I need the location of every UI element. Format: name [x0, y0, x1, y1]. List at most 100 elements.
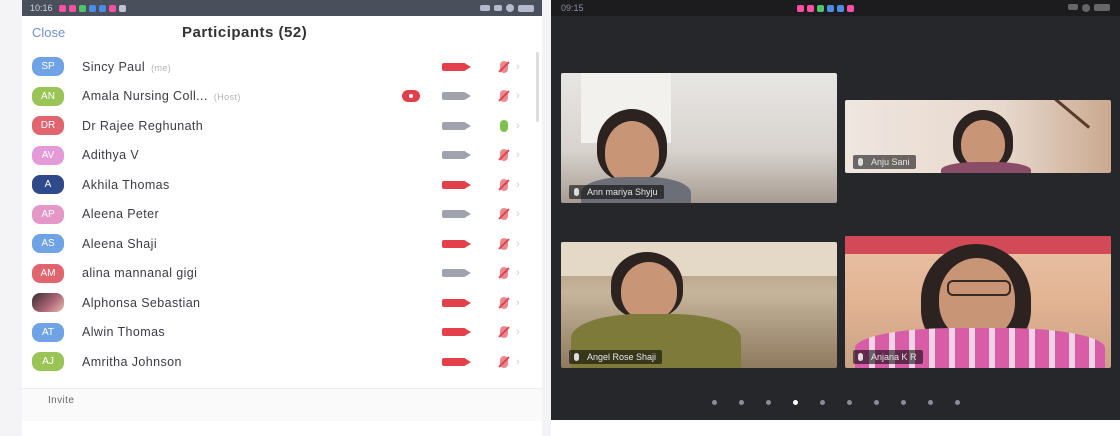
- participant-row[interactable]: AP Aleena Peter ›: [22, 200, 542, 229]
- page-indicator[interactable]: [551, 400, 1120, 405]
- participant-row[interactable]: AT Alwin Thomas ›: [22, 318, 542, 347]
- page-dot[interactable]: [846, 400, 852, 405]
- microphone-icon[interactable]: [500, 296, 508, 309]
- status-bar: 10:16: [22, 0, 542, 16]
- participant-name: Dr Rajee Reghunath: [82, 118, 204, 133]
- page-dot[interactable]: [873, 400, 879, 405]
- avatar: SP: [32, 57, 64, 76]
- avatar: AS: [32, 234, 64, 253]
- page-dot[interactable]: [819, 400, 825, 405]
- microphone-icon: [574, 353, 579, 361]
- avatar: A: [32, 175, 64, 194]
- video-camera-icon[interactable]: [442, 298, 471, 307]
- page-dot[interactable]: [954, 400, 960, 405]
- participant-name: Adithya V: [82, 148, 140, 162]
- chevron-right-icon: ›: [516, 296, 520, 309]
- participant-row[interactable]: A Akhila Thomas ›: [22, 170, 542, 199]
- chevron-right-icon: ›: [516, 267, 520, 279]
- participant-name: Amala Nursing Coll... (Host): [82, 89, 241, 103]
- participant-row[interactable]: AS Aleena Shaji ›: [22, 229, 542, 258]
- video-camera-icon[interactable]: [442, 151, 471, 159]
- avatar: AN: [32, 86, 64, 106]
- avatar: DR: [32, 116, 64, 135]
- system-nav-bar: [551, 420, 1120, 436]
- participant-role-tag: (me): [151, 62, 172, 73]
- participant-row[interactable]: AJ Amritha Johnson ›: [22, 347, 542, 376]
- microphone-icon[interactable]: [500, 60, 508, 73]
- participant-role-tag: (Host): [213, 92, 241, 102]
- participant-name: Amritha Johnson: [82, 354, 182, 369]
- video-camera-icon[interactable]: [442, 269, 471, 277]
- tile-name-label: Anju Sani: [853, 155, 916, 169]
- video-camera-icon[interactable]: [442, 210, 471, 218]
- participant-row[interactable]: AN Amala Nursing Coll... (Host) ›: [22, 82, 542, 111]
- chevron-right-icon: ›: [516, 237, 520, 250]
- chevron-right-icon: ›: [516, 326, 520, 338]
- system-icons: [1068, 4, 1110, 12]
- participant-name: alina mannanal gigi: [82, 266, 198, 280]
- microphone-icon[interactable]: [500, 149, 508, 161]
- chevron-right-icon: ›: [516, 90, 520, 102]
- microphone-icon[interactable]: [500, 208, 508, 220]
- participant-row[interactable]: SP Sincy Paul (me) ›: [22, 52, 542, 81]
- avatar: AM: [32, 263, 64, 283]
- video-tile[interactable]: Anju Sani: [845, 100, 1111, 173]
- participant-name: Alwin Thomas: [82, 325, 166, 339]
- microphone-icon[interactable]: [500, 267, 508, 279]
- microphone-icon: [858, 158, 863, 166]
- tile-name-label: Angel Rose Shaji: [569, 350, 663, 364]
- tile-name-label: Anjana K R: [853, 350, 923, 364]
- close-button[interactable]: Close: [32, 25, 65, 40]
- status-time: 10:16: [30, 3, 53, 13]
- page-dot[interactable]: [738, 400, 744, 405]
- video-camera-icon[interactable]: [442, 357, 471, 366]
- status-bar: 09:15: [551, 0, 1120, 16]
- video-camera-icon[interactable]: [442, 92, 471, 100]
- participant-row[interactable]: AV Adithya V ›: [22, 141, 542, 170]
- microphone-icon[interactable]: [500, 90, 508, 102]
- microphone-icon[interactable]: [500, 178, 508, 191]
- participant-row[interactable]: DR Dr Rajee Reghunath ›: [22, 111, 542, 140]
- avatar: AP: [32, 204, 64, 224]
- avatar: AJ: [32, 352, 64, 371]
- microphone-icon[interactable]: [500, 326, 508, 338]
- microphone-icon[interactable]: [500, 119, 508, 132]
- participant-name: Alphonsa Sebastian: [82, 295, 201, 310]
- tile-name-label: Ann mariya Shyju: [569, 185, 664, 199]
- page-dot[interactable]: [711, 400, 717, 405]
- page-dot[interactable]: [792, 400, 798, 405]
- participants-panel: 10:16 Close Participants (52) SP Sincy Pa…: [22, 0, 542, 436]
- video-camera-icon[interactable]: [442, 62, 471, 71]
- microphone-icon[interactable]: [500, 355, 508, 368]
- participant-name: Aleena Shaji: [82, 236, 157, 251]
- page-dot[interactable]: [900, 400, 906, 405]
- microphone-icon[interactable]: [500, 237, 508, 250]
- page-dot[interactable]: [765, 400, 771, 405]
- video-camera-icon[interactable]: [442, 121, 471, 130]
- video-camera-icon[interactable]: [442, 328, 471, 336]
- chevron-right-icon: ›: [516, 60, 520, 73]
- system-icons: [480, 4, 534, 12]
- microphone-icon: [574, 188, 579, 196]
- microphone-icon: [858, 353, 863, 361]
- participants-header: Close Participants (52): [22, 16, 542, 48]
- page-dot[interactable]: [927, 400, 933, 405]
- bottom-bar: Invite: [22, 388, 542, 421]
- chevron-right-icon: ›: [516, 149, 520, 161]
- participant-name: Sincy Paul (me): [82, 59, 172, 74]
- video-camera-icon[interactable]: [442, 239, 471, 248]
- video-tile[interactable]: Ann mariya Shyju: [561, 73, 837, 203]
- video-tile[interactable]: Angel Rose Shaji: [561, 242, 837, 368]
- chevron-right-icon: ›: [516, 119, 520, 132]
- participant-row[interactable]: Alphonsa Sebastian ›: [22, 288, 542, 317]
- notification-icons: [58, 4, 126, 12]
- status-time: 09:15: [561, 3, 584, 13]
- video-camera-icon[interactable]: [442, 180, 471, 189]
- video-tile[interactable]: Anjana K R: [845, 236, 1111, 368]
- participant-name: Akhila Thomas: [82, 177, 170, 192]
- participant-row[interactable]: AM alina mannanal gigi ›: [22, 259, 542, 288]
- participants-list[interactable]: SP Sincy Paul (me) › AN Amala Nursing Coll...…: [22, 48, 542, 388]
- avatar: AV: [32, 145, 64, 165]
- invite-button[interactable]: Invite: [48, 395, 74, 406]
- chevron-right-icon: ›: [516, 208, 520, 220]
